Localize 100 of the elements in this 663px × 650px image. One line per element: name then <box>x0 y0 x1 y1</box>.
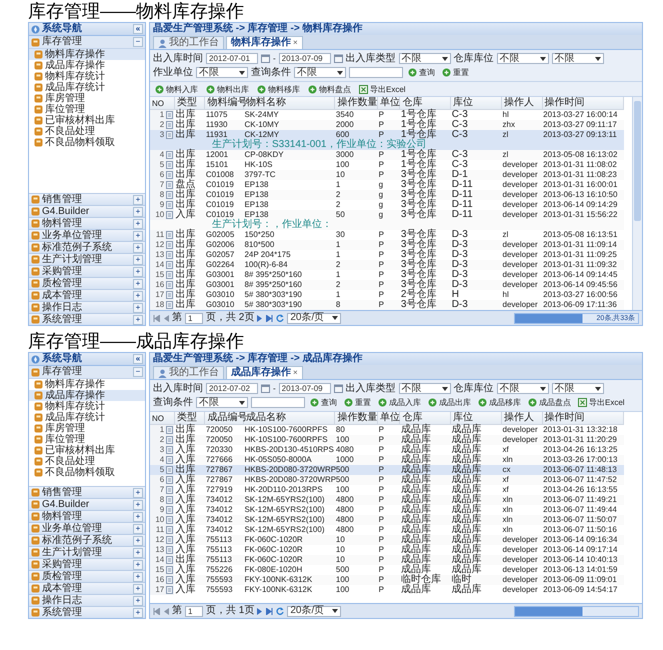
module-header[interactable]: 业务单位管理 + <box>29 229 145 241</box>
expand-button[interactable]: + <box>133 278 143 288</box>
page-field[interactable]: 1 <box>185 606 203 616</box>
collapse-button[interactable]: « <box>133 24 143 34</box>
reset-button[interactable]: 重置 <box>440 66 471 78</box>
sidebar-item[interactable]: 库房管理 <box>29 93 145 104</box>
column-header[interactable]: 单位 <box>378 97 400 110</box>
module-header[interactable]: G4.Builder + <box>29 498 145 510</box>
sidebar-item[interactable]: 成品库存操作 <box>29 390 145 401</box>
date-field[interactable]: 2012-07-02 <box>206 383 258 394</box>
column-header[interactable]: 操作时间 <box>542 97 624 110</box>
sidebar-item[interactable]: 物料库存操作 <box>29 379 145 390</box>
tab[interactable]: 物料库存操作 × <box>226 36 303 49</box>
search-button[interactable]: 查询 <box>308 396 339 408</box>
table-row[interactable]: 15 入库 755226 FK-080E-1020H 500 P 成品库 成品库 developer 2013-06-13 14:01:59 <box>150 565 624 575</box>
module-header[interactable]: 系统管理 + <box>29 606 145 618</box>
search-button[interactable]: 查询 <box>406 66 437 78</box>
column-header[interactable]: 操作人 <box>502 412 542 424</box>
sidebar-item[interactable]: 不良品物料领取 <box>29 137 145 148</box>
close-button[interactable]: × <box>293 369 298 377</box>
expand-button[interactable]: + <box>133 230 143 240</box>
table-row[interactable]: 13 出库 G02057 24P 204*175 1 P 3号仓库 D-3 developer 2013-01-31 11:09:25 <box>150 250 624 260</box>
table-row[interactable]: 14 出库 755113 FK-060C-1020R 10 P 成品库 成品库 developer 2013-06-14 10:40:13 <box>150 555 624 565</box>
module-header[interactable]: 销售管理 + <box>29 193 145 205</box>
expand-button[interactable]: + <box>133 536 143 546</box>
group-header[interactable]: 库存管理 − <box>29 366 145 379</box>
close-button[interactable]: × <box>293 39 298 47</box>
column-header[interactable]: 仓库 <box>400 97 451 110</box>
expand-button[interactable]: + <box>133 572 143 582</box>
table-row[interactable]: 1 出库 11075 SK-24MY 3540 P 1号仓库 C-3 hl 2013-03-27 16:00:14 <box>150 110 624 120</box>
action-button[interactable]: 物料移库 <box>255 83 302 95</box>
expand-button[interactable]: + <box>133 194 143 204</box>
module-header[interactable]: 采购管理 + <box>29 558 145 570</box>
expand-button[interactable]: + <box>133 218 143 228</box>
column-header[interactable]: 库位 <box>450 97 502 110</box>
column-header[interactable]: NO <box>150 412 174 424</box>
table-row[interactable]: 16 入库 755593 FKY-100NK-6312K 100 P 临时仓库 临时 developer 2013-06-09 11:09:01 <box>150 575 624 585</box>
scrollbar[interactable] <box>632 97 642 310</box>
expand-button[interactable]: + <box>133 266 143 276</box>
module-header[interactable]: 操作日志 + <box>29 301 145 313</box>
refresh-icon[interactable] <box>276 314 284 322</box>
table-row[interactable]: 4 出库 12001 CP-08KDY 3000 P 1号仓库 C-3 zl 2013-05-08 16:13:02 <box>150 150 624 160</box>
table-row[interactable]: 10 入库 734012 SK-12M-65YRS2(100) 4800 P 成品库 成品库 xln 2013-06-07 11:50:07 <box>150 515 624 525</box>
table-row[interactable]: 10 入库 C01019 EP138 50 g 3号仓库 D-11 developer 2013-01-31 15:56:22 <box>150 210 624 220</box>
table-row[interactable]: 9 出库 C01019 EP138 2 g 3号仓库 D-11 developer 2013-06-14 09:14:29 <box>150 200 624 210</box>
module-header[interactable]: 标准范例子系统 + <box>29 241 145 253</box>
dropdown[interactable]: 不限 <box>196 397 248 408</box>
module-header[interactable]: 生产计划管理 + <box>29 253 145 265</box>
table-row[interactable]: 3 入库 720330 HKBS-20D130-4510RPS 4080 P 成品库 成品库 xf 2013-04-26 16:13:25 <box>150 445 624 455</box>
table-row[interactable]: 2 出库 720050 HK-10S100-7600RPFS 100 P 成品库 成品库 developer 2013-01-31 11:20:29 <box>150 435 624 445</box>
date-field[interactable]: 2012-07-01 <box>206 53 258 64</box>
export-button[interactable]: 导出Excel <box>576 396 627 408</box>
tab[interactable]: 我的工作台 <box>153 36 224 49</box>
expand-button[interactable]: + <box>133 488 143 498</box>
table-row[interactable]: 6 出库 C01008 3797-TC 10 P 3号仓库 D-1 developer 2013-01-31 11:08:23 <box>150 170 624 180</box>
sidebar-item[interactable]: 物料库存统计 <box>29 71 145 82</box>
table-row[interactable]: 4 入库 727666 HK-05S050-8000A 1000 P 成品库 成品库 xln 2013-03-26 17:00:13 <box>150 455 624 465</box>
table-row[interactable]: 7 入库 727919 HK-20D110-2013RPS 100 P 成品库 成品库 xf 2013-04-26 16:13:55 <box>150 485 624 495</box>
module-header[interactable]: 质检管理 + <box>29 277 145 289</box>
table-row[interactable]: 11 出库 G02005 150*250 30 P 3号仓库 D-3 zl 2013-05-08 16:13:51 <box>150 230 624 240</box>
sidebar-item[interactable]: 库房管理 <box>29 423 145 434</box>
module-header[interactable]: 标准范例子系统 + <box>29 534 145 546</box>
next-page-icon[interactable] <box>257 608 264 614</box>
action-button[interactable]: 物料出库 <box>204 83 251 95</box>
first-page-icon[interactable] <box>153 608 160 614</box>
sidebar-item[interactable]: 不良品处理 <box>29 126 145 137</box>
date-field[interactable]: 2013-07-09 <box>278 53 331 64</box>
column-header[interactable]: 操作数量 <box>334 412 378 424</box>
module-header[interactable]: 物料管理 + <box>29 510 145 522</box>
collapse-button[interactable]: − <box>133 367 143 377</box>
expand-button[interactable]: + <box>133 302 143 312</box>
previous-page-icon[interactable] <box>163 608 169 614</box>
table-row[interactable]: 6 入库 727867 HKBS-20D080-3720WRP500 P 成品库 成品库 xf 2013-06-07 11:47:52 <box>150 475 624 485</box>
module-header[interactable]: 业务单位管理 + <box>29 522 145 534</box>
expand-button[interactable]: + <box>133 584 143 594</box>
table-row[interactable]: 5 出库 727867 HKBS-20D080-3720WRP500 P 成品库 成品库 cx 2013-06-07 11:48:13 <box>150 465 624 475</box>
search-field[interactable] <box>349 67 403 78</box>
module-header[interactable]: 操作日志 + <box>29 594 145 606</box>
sidebar-item[interactable]: 库位管理 <box>29 434 145 445</box>
module-header[interactable]: 质检管理 + <box>29 570 145 582</box>
expand-button[interactable]: + <box>133 206 143 216</box>
sidebar-item[interactable]: 库位管理 <box>29 104 145 115</box>
dropdown[interactable]: 不限 <box>398 383 451 394</box>
table-row[interactable]: 3 出库 11931 CK-12MY 600 P 1号仓库 C-3 zl 2013-03-27 09:13:11 <box>150 130 624 140</box>
table-row[interactable]: 1 出库 720050 HK-10S100-7600RPFS 80 P 成品库 成品库 developer 2013-01-31 13:32:18 <box>150 424 624 435</box>
column-header[interactable]: 库位 <box>450 412 502 424</box>
action-button[interactable]: 成品出库 <box>426 396 473 408</box>
sidebar-item[interactable]: 不良品物料领取 <box>29 467 145 478</box>
table-row[interactable]: 8 入库 734012 SK-12M-65YRS2(100) 4800 P 成品库 成品库 xln 2013-06-07 11:49:21 <box>150 495 624 505</box>
table-row[interactable]: 5 出库 15101 HK-10S 100 P 1号仓库 C-3 developer 2013-01-31 11:08:02 <box>150 160 624 170</box>
column-header[interactable]: 类型 <box>174 97 205 110</box>
column-header[interactable]: 操作数量 <box>334 97 378 110</box>
module-header[interactable]: 采购管理 + <box>29 265 145 277</box>
expand-button[interactable]: + <box>133 500 143 510</box>
module-header[interactable]: 成本管理 + <box>29 289 145 301</box>
module-header[interactable]: 生产计划管理 + <box>29 546 145 558</box>
dropdown[interactable]: 不限 <box>398 53 451 64</box>
table-row[interactable]: 9 入库 734012 SK-12M-65YRS2(100) 4800 P 成品库 成品库 xln 2013-06-07 11:49:44 <box>150 505 624 515</box>
expand-button[interactable]: + <box>133 242 143 252</box>
sidebar-item[interactable]: 成品库存操作 <box>29 60 145 71</box>
